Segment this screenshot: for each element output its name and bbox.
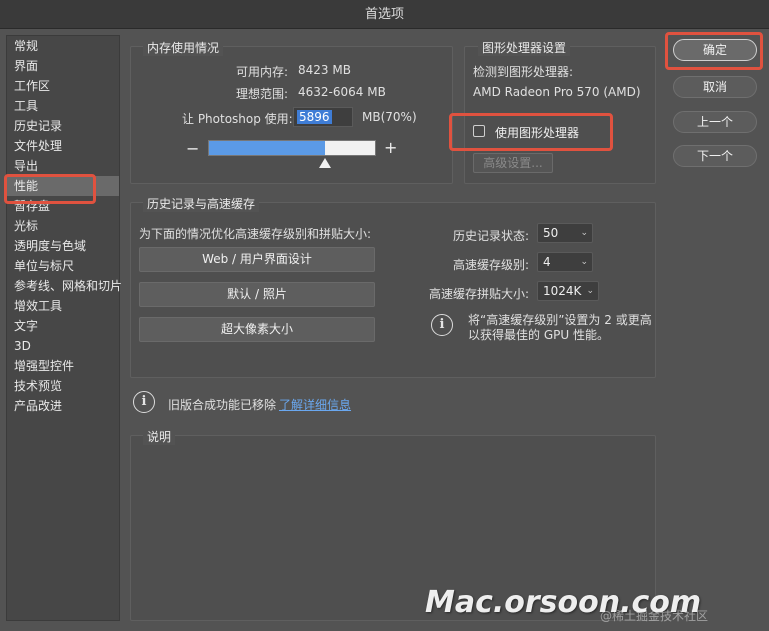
chevron-down-icon: ⌄ bbox=[586, 286, 594, 296]
info-icon: i bbox=[431, 314, 453, 336]
sidebar-item-product-improvement[interactable]: 产品改进 bbox=[7, 396, 119, 416]
slider-minus-icon[interactable]: − bbox=[186, 139, 199, 158]
sidebar-item-type[interactable]: 文字 bbox=[7, 316, 119, 336]
chevron-down-icon: ⌄ bbox=[580, 228, 588, 238]
chevron-down-icon: ⌄ bbox=[580, 257, 588, 267]
ideal-range-value: 4632-6064 MB bbox=[298, 85, 386, 99]
huge-pixel-button[interactable]: 超大像素大小 bbox=[139, 317, 375, 342]
gpu-tip-line2: 以获得最佳的 GPU 性能。 bbox=[468, 328, 609, 342]
window-title: 首选项 bbox=[0, 0, 769, 29]
memory-slider-fill bbox=[209, 141, 325, 155]
sidebar: 常规 界面 工作区 工具 历史记录 文件处理 导出 性能 暂存盘 光标 透明度与… bbox=[6, 35, 122, 621]
watermark-community: @稀土掘金技术社区 bbox=[600, 609, 709, 623]
sidebar-item-export[interactable]: 导出 bbox=[7, 156, 119, 176]
cache-tile-size-label: 高速缓存拼贴大小: bbox=[429, 287, 530, 301]
sidebar-item-general[interactable]: 常规 bbox=[7, 36, 119, 56]
sidebar-item-tech-previews[interactable]: 技术预览 bbox=[7, 376, 119, 396]
description-title: 说明 bbox=[143, 428, 176, 445]
sidebar-item-plugins[interactable]: 增效工具 bbox=[7, 296, 119, 316]
cancel-button[interactable]: 取消 bbox=[673, 76, 757, 98]
history-states-value: 50 bbox=[543, 226, 559, 240]
history-states-label: 历史记录状态: bbox=[453, 229, 530, 243]
sidebar-item-file-handling[interactable]: 文件处理 bbox=[7, 136, 119, 156]
memory-title: 内存使用情况 bbox=[143, 39, 224, 56]
cache-tile-size-value: 1024K bbox=[543, 284, 582, 298]
gpu-checkbox-callout bbox=[449, 113, 613, 151]
ideal-range-label: 理想范围: bbox=[236, 87, 289, 101]
web-ui-design-button[interactable]: Web / 用户界面设计 bbox=[139, 247, 375, 272]
memory-input-value: 5896 bbox=[297, 110, 332, 124]
learn-more-link[interactable]: 了解详细信息 bbox=[279, 396, 351, 413]
sidebar-item-guides[interactable]: 参考线、网格和切片 bbox=[7, 276, 122, 296]
cache-levels-dropdown[interactable]: 4 ⌄ bbox=[537, 252, 593, 272]
cache-levels-label: 高速缓存级别: bbox=[453, 258, 530, 272]
slider-plus-icon[interactable]: + bbox=[384, 138, 397, 157]
available-memory-value: 8423 MB bbox=[298, 63, 351, 77]
sidebar-item-3d[interactable]: 3D bbox=[7, 336, 119, 356]
sidebar-item-workspace[interactable]: 工作区 bbox=[7, 76, 119, 96]
info-icon: i bbox=[133, 391, 155, 413]
available-memory-label: 可用内存: bbox=[236, 65, 289, 79]
cache-levels-value: 4 bbox=[543, 255, 551, 269]
sidebar-item-cursors[interactable]: 光标 bbox=[7, 216, 119, 236]
let-photoshop-use-label: 让 Photoshop 使用: bbox=[182, 112, 293, 126]
default-photos-button[interactable]: 默认 / 照片 bbox=[139, 282, 375, 307]
advanced-settings-button[interactable]: 高级设置... bbox=[473, 153, 553, 173]
cache-tile-size-dropdown[interactable]: 1024K ⌄ bbox=[537, 281, 599, 301]
memory-slider-thumb[interactable] bbox=[319, 158, 331, 168]
sidebar-item-history[interactable]: 历史记录 bbox=[7, 116, 119, 136]
gpu-name: AMD Radeon Pro 570 (AMD) bbox=[473, 85, 641, 99]
optimize-label: 为下面的情况优化高速缓存级别和拼贴大小: bbox=[139, 227, 372, 241]
next-button[interactable]: 下一个 bbox=[673, 145, 757, 167]
cache-title: 历史记录与高速缓存 bbox=[143, 195, 260, 212]
gpu-title: 图形处理器设置 bbox=[478, 39, 571, 56]
memory-slider-track[interactable] bbox=[208, 140, 376, 156]
memory-input[interactable]: 5896 bbox=[293, 107, 353, 127]
sidebar-item-tools[interactable]: 工具 bbox=[7, 96, 119, 116]
previous-button[interactable]: 上一个 bbox=[673, 111, 757, 133]
sidebar-callout bbox=[4, 174, 96, 204]
history-states-dropdown[interactable]: 50 ⌄ bbox=[537, 223, 593, 243]
sidebar-item-enhanced-controls[interactable]: 增强型控件 bbox=[7, 356, 119, 376]
memory-percent-label: MB(70%) bbox=[362, 110, 417, 124]
legacy-compositing-text: 旧版合成功能已移除 bbox=[168, 398, 277, 412]
ok-button-callout bbox=[665, 32, 763, 70]
sidebar-item-units[interactable]: 单位与标尺 bbox=[7, 256, 119, 276]
gpu-detected-label: 检测到图形处理器: bbox=[473, 65, 574, 79]
sidebar-item-interface[interactable]: 界面 bbox=[7, 56, 119, 76]
sidebar-item-transparency[interactable]: 透明度与色域 bbox=[7, 236, 119, 256]
